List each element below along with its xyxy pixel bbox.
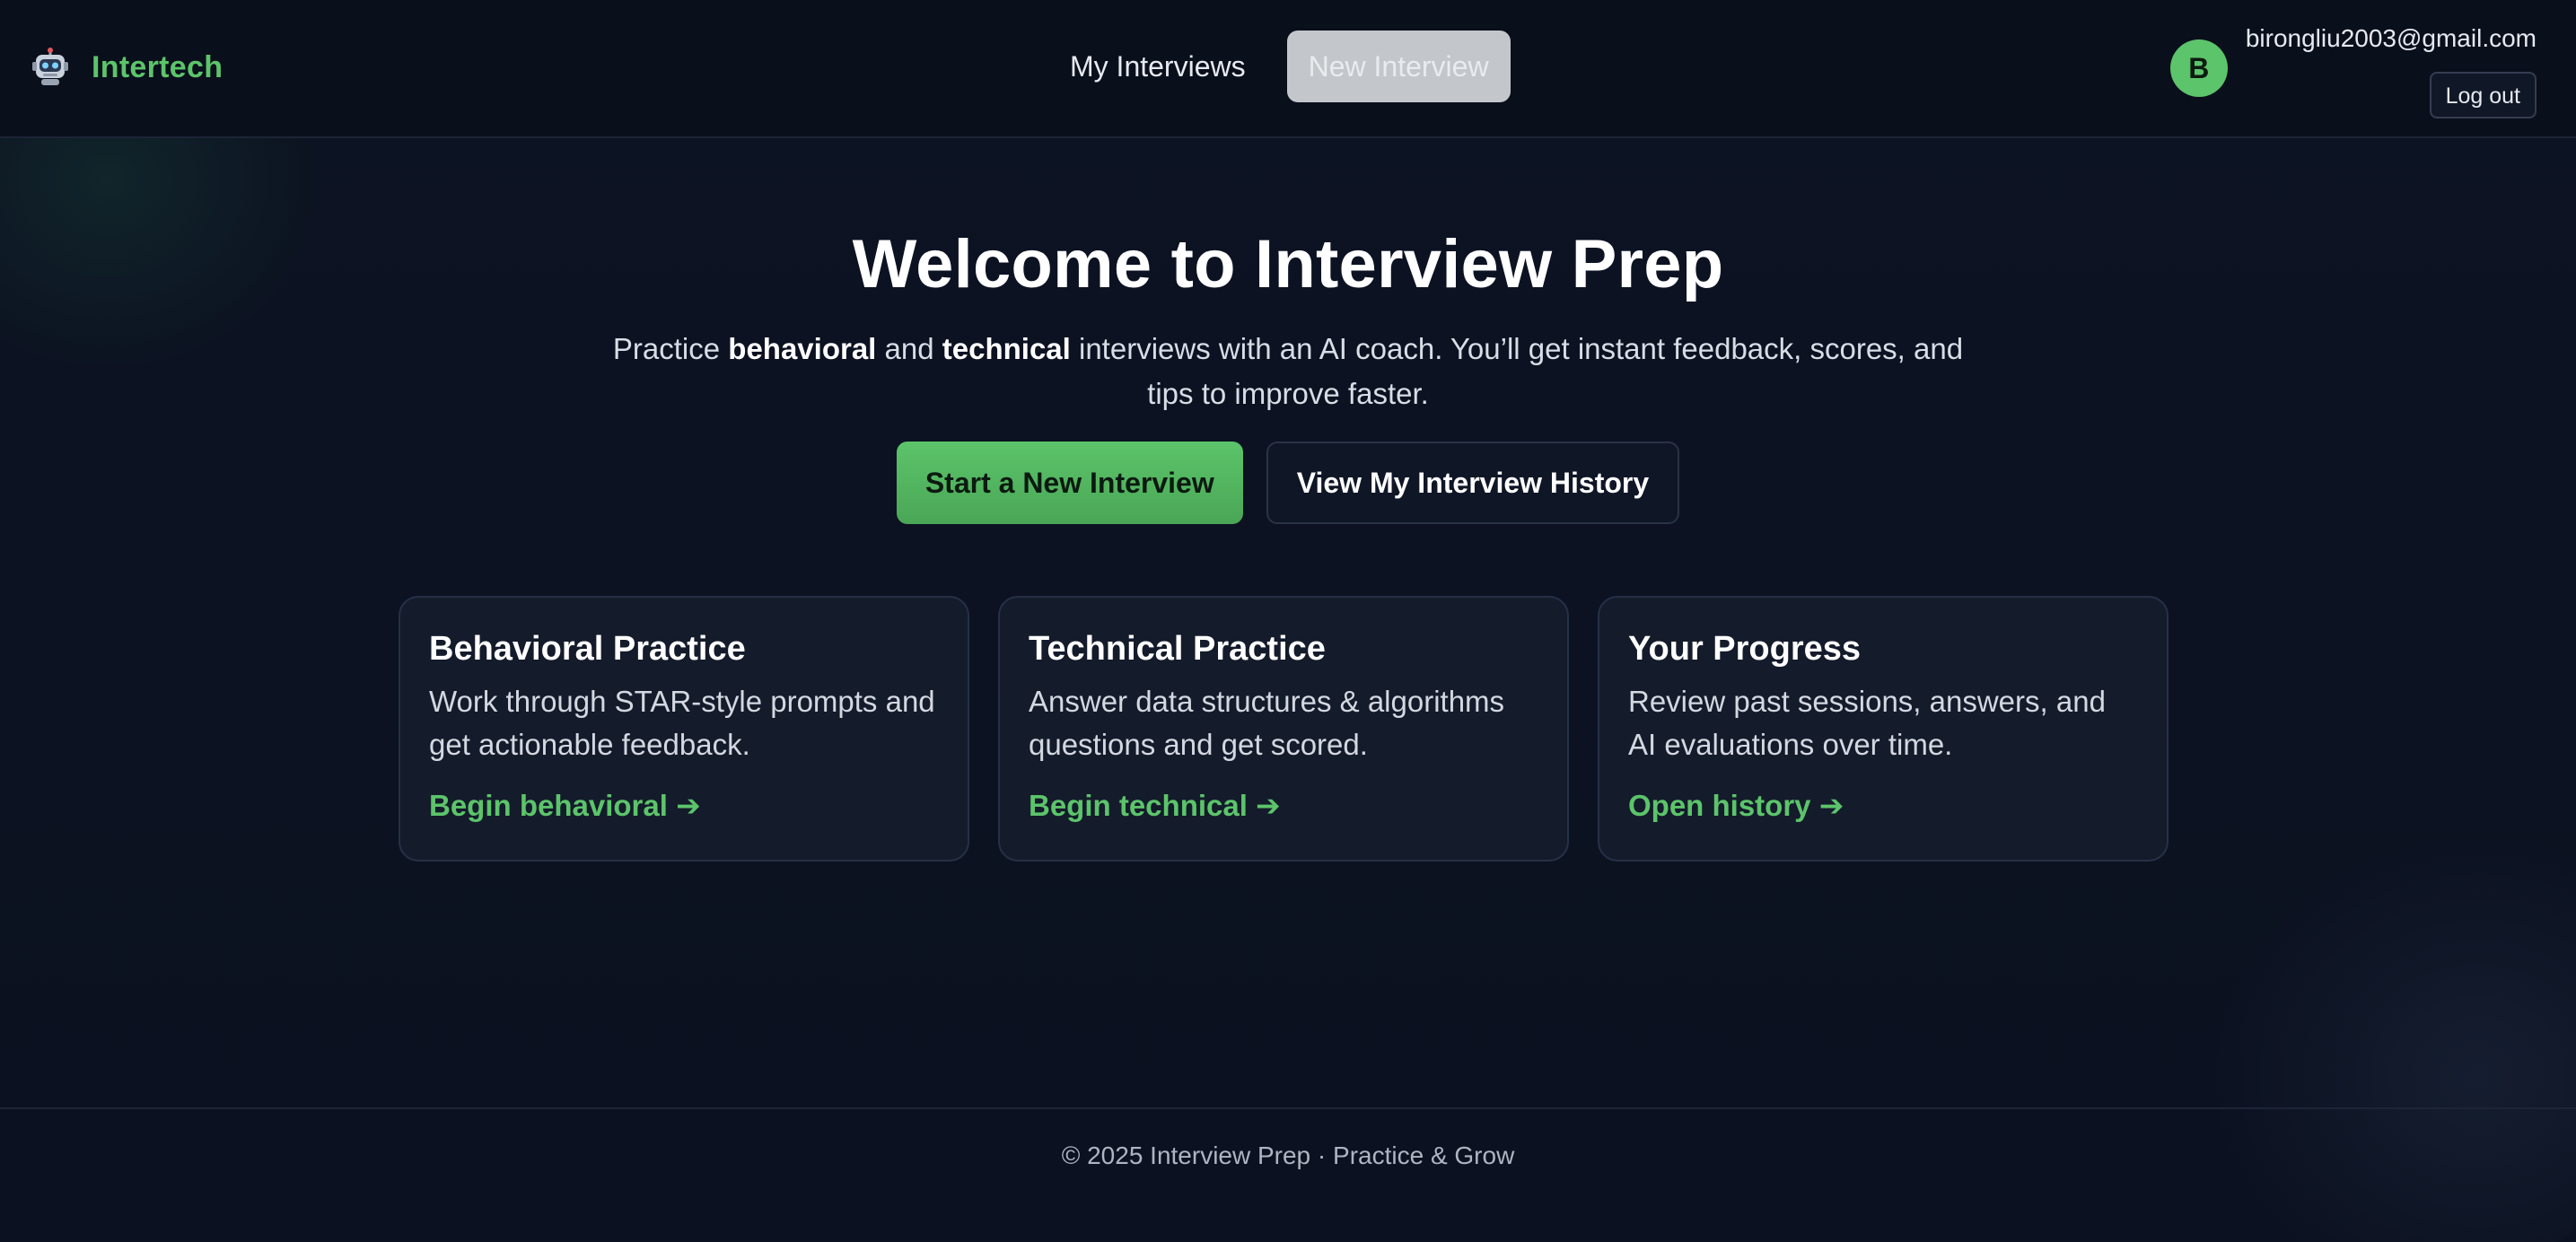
footer: © 2025 Interview Prep · Practice & Grow <box>0 1107 2576 1242</box>
hero: Welcome to Interview Prep Practice behav… <box>0 215 2576 524</box>
hero-subtitle: Practice behavioral and technical interv… <box>606 327 1970 416</box>
brand[interactable]: Intertech <box>31 43 223 92</box>
page-title: Welcome to Interview Prep <box>852 226 1724 302</box>
card-description: Answer data structures & algorithms ques… <box>1029 685 1505 761</box>
card-title: Behavioral Practice <box>429 630 746 668</box>
brand-name: Intertech <box>92 49 223 84</box>
page: Intertech My Interviews New Interview B … <box>0 0 2576 1242</box>
view-history-button[interactable]: View My Interview History <box>1266 442 1680 524</box>
start-new-interview-button[interactable]: Start a New Interview <box>896 442 1243 524</box>
hero-subtitle-behavioral: behavioral <box>728 332 877 365</box>
card-technical-practice: Technical Practice Answer data structure… <box>998 596 1569 862</box>
avatar[interactable]: B <box>2169 39 2228 97</box>
logout-button[interactable]: Log out <box>2429 72 2537 118</box>
feature-cards: Behavioral Practice Work through STAR-st… <box>399 596 2169 862</box>
hero-subtitle-part1: Practice <box>612 332 729 365</box>
open-history-link[interactable]: Open history ➔ <box>1628 786 2138 826</box>
card-behavioral-practice: Behavioral Practice Work through STAR-st… <box>399 596 969 862</box>
top-nav-bar: Intertech My Interviews New Interview B … <box>0 0 2576 138</box>
card-description: Review past sessions, answers, and AI ev… <box>1628 685 2106 761</box>
user-menu: B birongliu2003@gmail.com Log out <box>2169 23 2537 118</box>
hero-subtitle-part2: and <box>876 332 942 365</box>
begin-technical-link[interactable]: Begin technical ➔ <box>1029 786 1538 826</box>
nav-new-interview-button[interactable]: New Interview <box>1286 31 1511 102</box>
footer-text: © 2025 Interview Prep · Practice & Grow <box>1061 1141 1515 1169</box>
hero-subtitle-part3: interviews with an AI coach. You’ll get … <box>1070 332 1964 410</box>
begin-behavioral-link[interactable]: Begin behavioral ➔ <box>429 786 939 826</box>
robot-icon <box>32 48 68 85</box>
hero-subtitle-technical: technical <box>942 332 1071 365</box>
main-nav: My Interviews New Interview <box>1041 31 1511 102</box>
user-info: birongliu2003@gmail.com Log out <box>2246 23 2537 118</box>
card-title: Your Progress <box>1628 630 1862 668</box>
card-your-progress: Your Progress Review past sessions, answ… <box>1598 596 2169 862</box>
user-email: birongliu2003@gmail.com <box>2245 24 2537 52</box>
nav-my-interviews[interactable]: My Interviews <box>1041 31 1275 102</box>
hero-actions: Start a New Interview View My Interview … <box>0 442 2576 524</box>
card-title: Technical Practice <box>1029 630 1326 668</box>
card-description: Work through STAR-style prompts and get … <box>429 685 935 761</box>
